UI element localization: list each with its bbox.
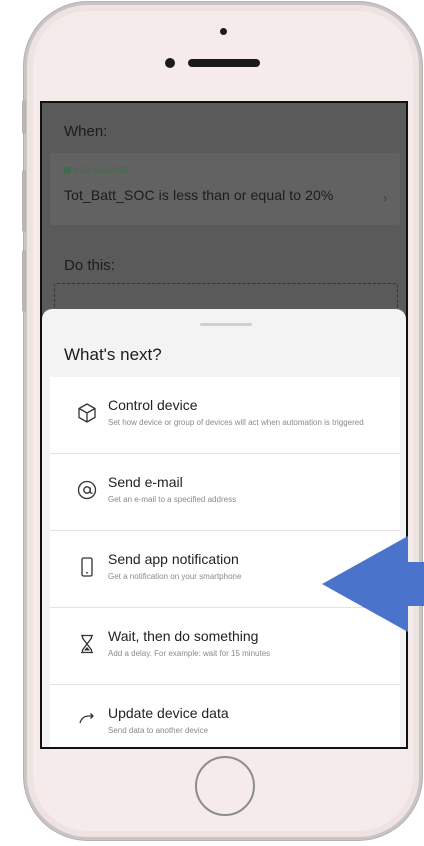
action-title: Control device (108, 397, 198, 413)
app-screen: When: ECU SA 02369 Tot_Batt_SOC is less … (40, 101, 408, 749)
front-camera (165, 58, 175, 68)
condition-card[interactable]: ECU SA 02369 Tot_Batt_SOC is less than o… (50, 153, 400, 225)
action-description: Add a delay. For example: wait for 15 mi… (108, 649, 271, 658)
action-title: Wait, then do something (108, 628, 259, 644)
highlight-arrow-icon (322, 536, 424, 632)
action-item-send-email[interactable]: Send e-mail Get an e-mail to a specified… (50, 454, 400, 531)
action-item-control-device[interactable]: Control device Set how device or group o… (50, 377, 400, 454)
phone-side-button (22, 100, 26, 134)
whats-next-bottom-sheet: What's next? Control device Set how devi… (42, 309, 406, 747)
home-button[interactable] (195, 756, 255, 816)
dimmed-automation-background: When: ECU SA 02369 Tot_Batt_SOC is less … (42, 103, 406, 323)
action-title: Update device data (108, 705, 229, 721)
action-description: Send data to another device (108, 726, 209, 735)
when-section-label: When: (64, 123, 108, 140)
earpiece-speaker (188, 59, 260, 67)
proximity-sensor (220, 28, 227, 35)
arrow-shape (322, 536, 424, 632)
phone-volume-up-button (22, 170, 26, 232)
chevron-right-icon: › (382, 191, 388, 207)
condition-text: Tot_Batt_SOC is less than or equal to 20… (64, 187, 334, 203)
action-title: Send app notification (108, 551, 239, 567)
sheet-title: What's next? (64, 345, 162, 364)
phone-volume-down-button (22, 250, 26, 312)
action-description: Set how device or group of devices will … (108, 418, 364, 427)
do-this-section-label: Do this: (64, 257, 115, 274)
condition-device-name: ECU SA 02369 (74, 166, 128, 175)
condition-device-tag: ECU SA 02369 (64, 166, 128, 175)
action-title: Send e-mail (108, 474, 183, 490)
hourglass-icon (81, 634, 93, 654)
device-icon (64, 167, 71, 174)
action-item-update-device-data[interactable]: Update device data Send data to another … (50, 685, 400, 747)
cube-icon (78, 403, 96, 423)
sheet-drag-handle[interactable] (200, 323, 252, 326)
action-description: Get an e-mail to a specified address (108, 495, 237, 504)
smartphone-icon (81, 557, 93, 577)
at-sign-icon (77, 480, 97, 500)
refresh-icon (79, 713, 94, 724)
